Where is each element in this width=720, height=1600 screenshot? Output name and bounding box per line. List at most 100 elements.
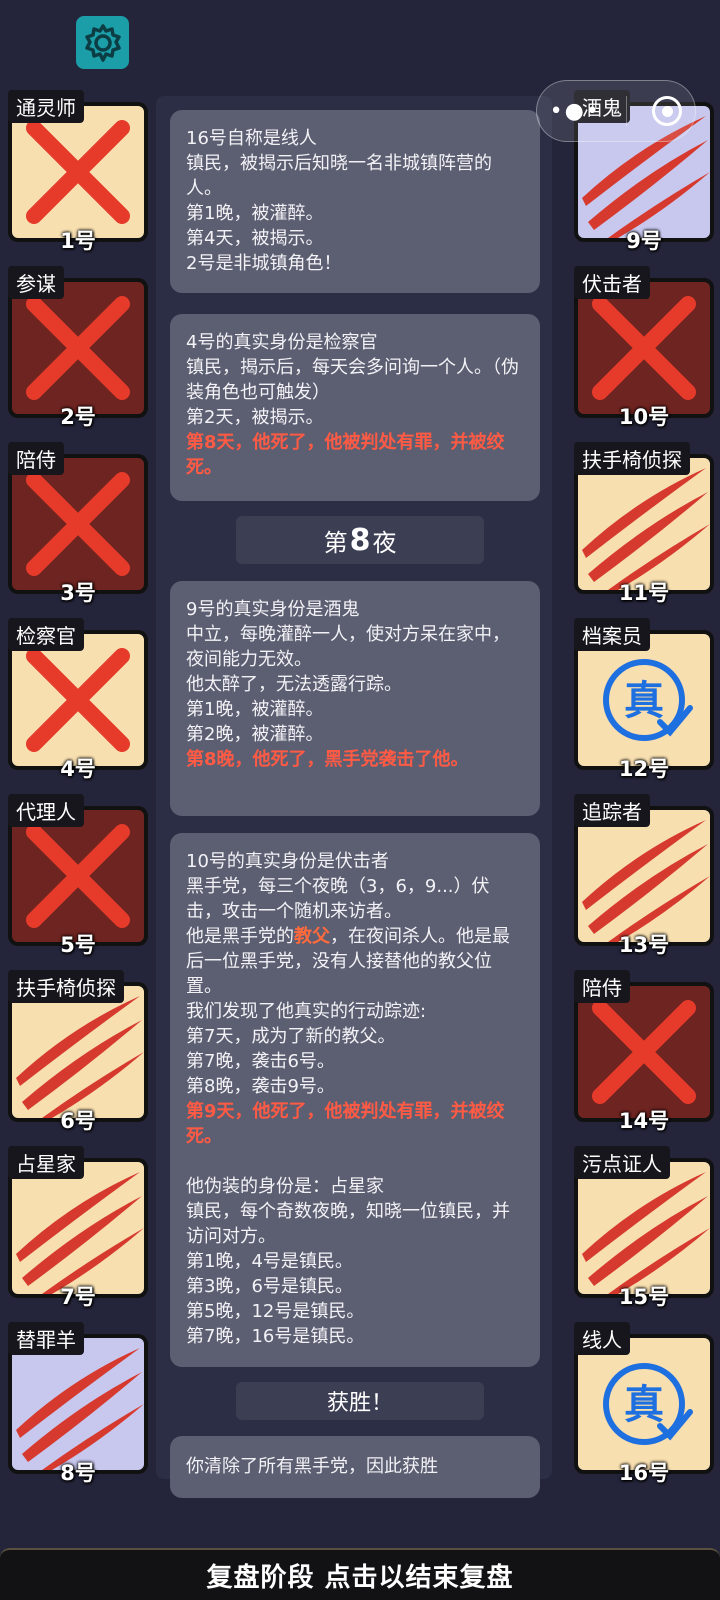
role-portrait: [574, 982, 714, 1122]
seat-number: 2号: [60, 405, 96, 429]
svg-text:真: 真: [624, 1382, 664, 1428]
player-card[interactable]: 检察官 4号: [8, 618, 148, 790]
death-line: 第8晚，他死了，黑手党袭击了他。: [186, 749, 469, 770]
player-card[interactable]: 替罪羊 8号: [8, 1322, 148, 1494]
player-card[interactable]: 真 档案员 12号: [574, 618, 714, 790]
player-card[interactable]: 占星家 7号: [8, 1146, 148, 1318]
end-review-button[interactable]: 复盘阶段 点击以结束复盘: [0, 1548, 720, 1600]
death-line: 第8天，他死了，他被判处有罪，并被绞死。: [186, 432, 505, 478]
night-suffix: 夜: [372, 528, 397, 557]
close-target-icon[interactable]: [652, 96, 683, 126]
log-line: 第5晚，12号是镇民。: [186, 1301, 365, 1322]
player-card[interactable]: 伏击者 10号: [574, 266, 714, 438]
log-line: 第7晚，袭击6号。: [186, 1051, 335, 1072]
claw-mark-icon: [582, 1172, 710, 1294]
role-name: 通灵师: [8, 90, 84, 123]
settings-button[interactable]: [76, 16, 129, 69]
night-prefix: 第: [323, 528, 348, 557]
role-portrait: [8, 982, 148, 1122]
seat-number: 4号: [60, 757, 96, 781]
seat-number: 11号: [618, 581, 670, 605]
log-line: 我们发现了他真实的行动踪迹:: [186, 1001, 427, 1022]
player-card[interactable]: 代理人 5号: [8, 794, 148, 966]
role-name: 替罪羊: [8, 1322, 84, 1355]
victory-banner: 获胜！: [236, 1382, 484, 1420]
log-message: 16号自称是线人 镇民，被揭示后知晓一名非城镇阵营的人。 第1晚，被灌醉。 第4…: [170, 110, 540, 293]
seat-number: 8号: [60, 1461, 96, 1485]
role-name: 扶手椅侦探: [8, 970, 124, 1003]
seat-number: 13号: [618, 933, 670, 957]
player-card[interactable]: 通灵师 1号: [8, 90, 148, 262]
svg-text:真: 真: [624, 678, 664, 724]
log-line: 2号是非城镇角色！: [186, 253, 342, 274]
role-portrait: [8, 1334, 148, 1474]
player-card[interactable]: 污点证人 15号: [574, 1146, 714, 1318]
log-line: 第2天，被揭示。: [186, 407, 324, 428]
log-line: 第4天，被揭示。: [186, 228, 324, 249]
seat-number: 12号: [618, 757, 670, 781]
log-line: 第2晚，被灌醉。: [186, 724, 324, 745]
log-line: 镇民，被揭示后知晓一名非城镇阵营的人。: [186, 153, 492, 199]
log-line: 他是黑手党的教父，在夜间杀人。他是最后一位黑手党，没有人接替他的教父位置。: [186, 924, 524, 999]
claw-mark-icon: [16, 1172, 144, 1294]
role-name: 线人: [574, 1322, 630, 1355]
log-line: 第3晚，6号是镇民。: [186, 1276, 353, 1297]
log-line: 第1晚，被灌醉。: [186, 203, 324, 224]
claw-mark-icon: [16, 1348, 144, 1470]
verified-true-icon: 真: [603, 1363, 693, 1445]
log-line: 他伪装的身份是：占星家: [186, 1176, 384, 1197]
role-name: 污点证人: [574, 1146, 670, 1179]
death-line: 第9天，他死了，他被判处有罪，并被绞死。: [186, 1101, 505, 1147]
log-line: 他太醉了，无法透露行踪。: [186, 674, 402, 695]
seat-number: 6号: [60, 1109, 96, 1133]
more-icon[interactable]: •●•: [550, 99, 601, 124]
seat-number: 9号: [626, 229, 662, 253]
role-name: 参谋: [8, 266, 64, 299]
log-line: 10号的真实身份是伏击者: [186, 851, 389, 872]
role-portrait: [8, 1158, 148, 1298]
player-card[interactable]: 扶手椅侦探 11号: [574, 442, 714, 614]
player-card[interactable]: 陪侍 14号: [574, 970, 714, 1142]
player-card[interactable]: 追踪者 13号: [574, 794, 714, 966]
log-message: 10号的真实身份是伏击者 黑手党，每三个夜晚（3，6，9...）伏击，攻击一个随…: [170, 833, 540, 1367]
log-line: 第8晚，袭击9号。: [186, 1076, 335, 1097]
role-portrait: [574, 1158, 714, 1298]
role-portrait: [574, 454, 714, 594]
claw-mark-icon: [582, 468, 710, 590]
night-banner: 第8夜: [236, 516, 484, 564]
player-card[interactable]: 陪侍 3号: [8, 442, 148, 614]
role-portrait: 真: [574, 1334, 714, 1474]
seat-number: 14号: [618, 1109, 670, 1133]
log-line: 镇民，每个奇数夜晚，知晓一位镇民，并访问对方。: [186, 1201, 510, 1247]
player-card[interactable]: 参谋 2号: [8, 266, 148, 438]
role-name: 档案员: [574, 618, 650, 651]
player-card[interactable]: 扶手椅侦探 6号: [8, 970, 148, 1142]
role-portrait: [8, 806, 148, 946]
seat-number: 5号: [60, 933, 96, 957]
role-portrait: [574, 278, 714, 418]
capsule-divider: [626, 96, 628, 126]
role-name: 扶手椅侦探: [574, 442, 690, 475]
log-line: 第1晚，4号是镇民。: [186, 1251, 353, 1272]
verified-true-icon: 真: [603, 659, 693, 741]
log-text: 他是黑手党的: [186, 926, 294, 947]
log-line: 黑手党，每三个夜晚（3，6，9...）伏击，攻击一个随机来访者。: [186, 876, 490, 922]
eliminated-x-icon: [26, 296, 130, 400]
role-name: 代理人: [8, 794, 84, 827]
eliminated-x-icon: [592, 1000, 696, 1104]
role-name: 占星家: [8, 1146, 84, 1179]
role-name: 伏击者: [574, 266, 650, 299]
log-line: 镇民，揭示后，每天会多问询一个人。（伪装角色也可触发）: [186, 357, 519, 403]
role-name: 陪侍: [574, 970, 630, 1003]
role-portrait: [8, 102, 148, 242]
gear-icon: [84, 23, 121, 62]
seat-number: 10号: [618, 405, 670, 429]
player-card[interactable]: 真 线人 16号: [574, 1322, 714, 1494]
log-message: 你清除了所有黑手党，因此获胜: [170, 1436, 540, 1498]
eliminated-x-icon: [592, 296, 696, 400]
log-line: 第7晚，16号是镇民。: [186, 1326, 365, 1347]
log-line: 16号自称是线人: [186, 128, 317, 149]
seat-number: 1号: [60, 229, 96, 253]
eliminated-x-icon: [26, 824, 130, 928]
